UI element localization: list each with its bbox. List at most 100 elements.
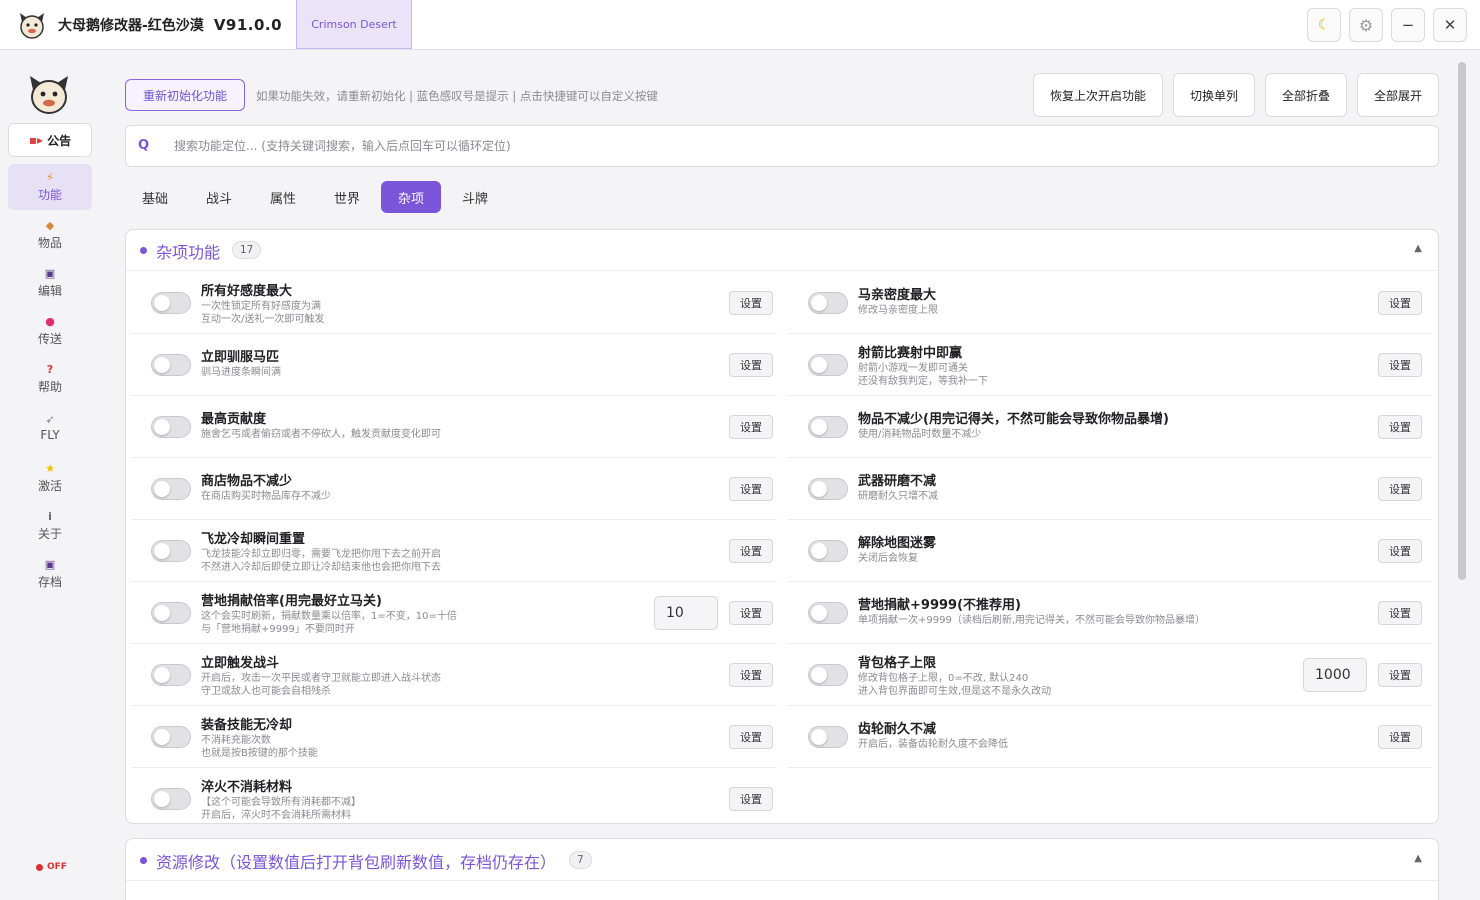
settings-button[interactable]: 设置 <box>1378 291 1422 315</box>
settings-button[interactable]: 设置 <box>1378 415 1422 439</box>
feature-toggle[interactable] <box>151 602 191 624</box>
scrollbar[interactable] <box>1458 62 1466 580</box>
tab-misc[interactable]: 杂项 <box>381 181 441 213</box>
panel-header[interactable]: 杂项功能 17 ▲ <box>126 230 1438 271</box>
settings-button[interactable]: 设置 <box>1378 663 1422 687</box>
feature-toggle[interactable] <box>808 602 848 624</box>
restore-last-button[interactable]: 恢复上次开启功能 <box>1033 73 1163 117</box>
settings-button[interactable]: 设置 <box>729 601 773 625</box>
feature-description: 这个会实时刷新，捐献数量乘以倍率，1=不变，10=十倍 <box>201 611 457 622</box>
settings-button[interactable]: 设置 <box>729 291 773 315</box>
settings-button[interactable]: 设置 <box>729 477 773 501</box>
panel-header[interactable]: 资源修改（设置数值后打开背包刷新数值，存档仍存在） 7 ▲ <box>126 839 1438 881</box>
question-icon: ? <box>46 363 54 376</box>
settings-button[interactable]: 设置 <box>1378 601 1422 625</box>
feature-title: 物品不减少(用完记得关，不然可能会导致你物品暴增) <box>858 412 1169 427</box>
settings-button[interactable]: 设置 <box>729 539 773 563</box>
feature-toggle[interactable] <box>151 416 191 438</box>
settings-button[interactable]: 设置 <box>1378 353 1422 377</box>
feature-toggle[interactable] <box>808 478 848 500</box>
sidebar-item-activate[interactable]: ★ 激活 <box>8 455 92 501</box>
sidebar-item-label: FLY <box>40 427 60 442</box>
tab-attributes[interactable]: 属性 <box>253 181 313 213</box>
feature-description: 开启后，淬火时不会消耗所需材料 <box>201 810 351 821</box>
settings-button[interactable]: 设置 <box>729 725 773 749</box>
settings-button[interactable]: 设置 <box>729 415 773 439</box>
feature-toggle[interactable] <box>808 416 848 438</box>
feature-description: 在商店购买时物品库存不减少 <box>201 491 331 502</box>
settings-button[interactable]: 设置 <box>1378 477 1422 501</box>
panel-dot <box>140 857 147 864</box>
search-box: Q <box>125 125 1439 167</box>
tab-world[interactable]: 世界 <box>317 181 377 213</box>
feature-row: 装备技能无冷却 不消耗充能次数 也就是按B按键的那个技能 设置 <box>131 706 777 768</box>
sidebar-item-items[interactable]: ◆ 物品 <box>8 212 92 258</box>
sidebar-item-label: 关于 <box>37 527 62 541</box>
settings-button[interactable]: ⚙ <box>1349 8 1383 42</box>
feature-toggle[interactable] <box>808 726 848 748</box>
feature-title: 营地捐献+9999(不推荐用) <box>858 598 1021 613</box>
game-tab-crimson-desert[interactable]: Crimson Desert <box>296 0 412 49</box>
feature-description: 研磨耐久只增不减 <box>858 491 938 502</box>
feature-row: 最高贡献度 施舍乞丐或者偷窃或者不停砍人，触发贡献度变化即可 设置 <box>131 396 777 458</box>
tab-basic[interactable]: 基础 <box>125 181 185 213</box>
feature-toggle[interactable] <box>151 540 191 562</box>
notice-button[interactable]: ▪▸ 公告 <box>8 123 92 157</box>
feature-toggle[interactable] <box>151 292 191 314</box>
feature-toggle[interactable] <box>151 478 191 500</box>
settings-button[interactable]: 设置 <box>729 663 773 687</box>
feature-description: 不然进入冷却后即使立即让冷却结束他也会把你甩下去 <box>201 562 441 573</box>
category-tabs: 基础 战斗 属性 世界 杂项 斗牌 <box>125 181 509 213</box>
tab-combat[interactable]: 战斗 <box>189 181 249 213</box>
feature-title: 营地捐献倍率(用完最好立马关) <box>201 594 382 609</box>
tab-card-game[interactable]: 斗牌 <box>445 181 505 213</box>
settings-button[interactable]: 设置 <box>1378 725 1422 749</box>
sidebar-item-edit[interactable]: ▣ 编辑 <box>8 260 92 306</box>
feature-toggle[interactable] <box>151 726 191 748</box>
theme-toggle-button[interactable]: ☾ <box>1307 8 1341 42</box>
collapse-caret-icon[interactable]: ▲ <box>1414 853 1422 864</box>
toggle-single-column-button[interactable]: 切换单列 <box>1173 73 1255 117</box>
sidebar-item-teleport[interactable]: ● 传送 <box>8 308 92 354</box>
feature-description: 【这个可能会导致所有消耗都不减】 <box>201 797 361 808</box>
feature-title: 解除地图迷雾 <box>858 536 937 551</box>
expand-all-button[interactable]: 全部展开 <box>1357 73 1439 117</box>
sidebar-item-save[interactable]: ▣ 存档 <box>8 551 92 597</box>
panel-dot <box>140 247 147 254</box>
settings-button[interactable]: 设置 <box>729 353 773 377</box>
settings-button[interactable]: 设置 <box>1378 539 1422 563</box>
sidebar-item-label: 物品 <box>37 236 62 250</box>
feature-toggle[interactable] <box>151 788 191 810</box>
feature-toggle[interactable] <box>808 292 848 314</box>
sidebar-item-fly[interactable]: ➶ FLY <box>8 404 92 450</box>
sidebar-item-help[interactable]: ? 帮助 <box>8 356 92 402</box>
value-input[interactable]: 10 <box>654 596 718 630</box>
feature-description: 一次性锁定所有好感度为满 <box>201 301 321 312</box>
settings-button[interactable]: 设置 <box>729 787 773 811</box>
feature-toggle[interactable] <box>151 664 191 686</box>
feature-toggle[interactable] <box>808 354 848 376</box>
sidebar: ▪▸ 公告 ⚡ 功能 ◆ 物品 ▣ 编辑 ● 传送 ? 帮助 ➶ FLY ★ 激… <box>0 50 100 900</box>
reinitialize-button[interactable]: 重新初始化功能 <box>125 79 245 111</box>
value-input[interactable]: 1000 <box>1303 658 1367 692</box>
sidebar-item-features[interactable]: ⚡ 功能 <box>8 164 92 210</box>
feature-description: 施舍乞丐或者偷窃或者不停砍人，触发贡献度变化即可 <box>201 429 441 440</box>
star-icon: ★ <box>45 462 55 475</box>
sidebar-item-label: 编辑 <box>37 284 62 298</box>
feature-description: 单项捐献一次+9999（读档后刷新,用完记得关，不然可能会导致你物品暴增） <box>858 615 1206 626</box>
minimize-button[interactable]: − <box>1391 8 1425 42</box>
feature-toggle[interactable] <box>808 540 848 562</box>
feature-row: 齿轮耐久不减 开启后，装备齿轮耐久度不会降低 设置 <box>788 706 1432 768</box>
app-version: V91.0.0 <box>213 15 283 34</box>
collapse-all-button[interactable]: 全部折叠 <box>1265 73 1347 117</box>
title-bar: 大母鹅修改器-红色沙漠 V91.0.0 <box>0 0 1480 50</box>
collapse-caret-icon[interactable]: ▲ <box>1414 243 1422 254</box>
feature-toggle[interactable] <box>151 354 191 376</box>
feature-title: 齿轮耐久不减 <box>858 722 937 737</box>
sidebar-item-about[interactable]: i 关于 <box>8 503 92 549</box>
close-button[interactable]: ✕ <box>1433 8 1467 42</box>
search-input[interactable] <box>174 134 1414 158</box>
feature-description: 修改马亲密度上限 <box>858 305 938 316</box>
feature-toggle[interactable] <box>808 664 848 686</box>
feature-row: 射箭比赛射中即赢 射箭小游戏一发即可通关 还没有敌我判定，等我补一下 设置 <box>788 334 1432 396</box>
